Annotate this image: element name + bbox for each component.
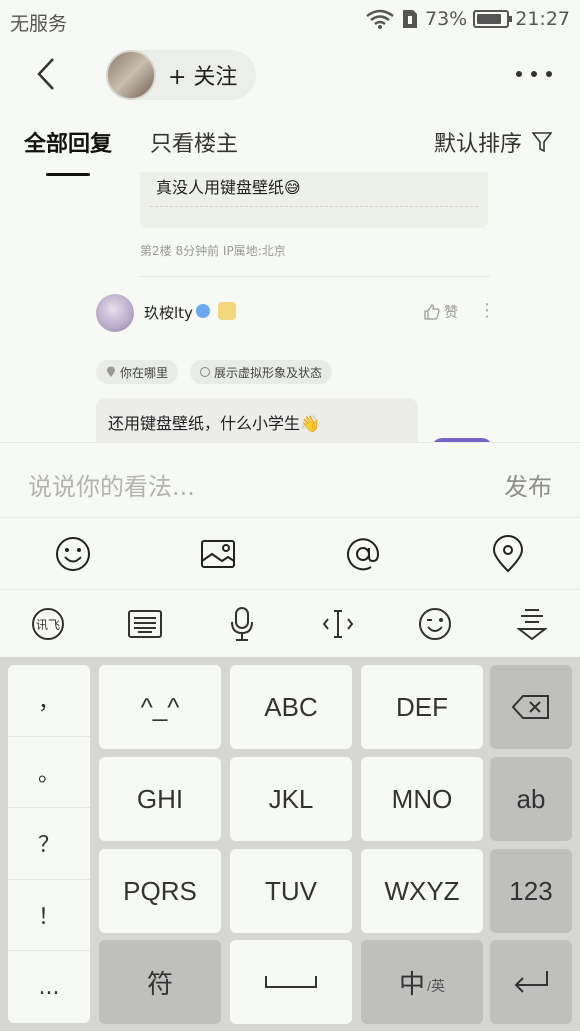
punct-period-key[interactable]: 。 <box>8 737 90 809</box>
like-label: 赞 <box>444 305 458 321</box>
hide-keyboard-icon <box>516 608 547 640</box>
draft-reply-bubble: 还用键盘壁纸，什么小学生👋 <box>96 398 418 442</box>
punct-comma-key[interactable]: ， <box>8 665 90 737</box>
cursor-move-button[interactable] <box>318 604 358 644</box>
ime-emoji-button[interactable] <box>415 604 455 644</box>
punct-question-key[interactable]: ？ <box>8 808 90 880</box>
back-button[interactable] <box>28 54 64 94</box>
reply-header: 玖桉lty 赞 ⋮ <box>96 294 496 334</box>
punctuation-column: ， 。 ？ ！ ... <box>8 665 90 1023</box>
draft-reply-text: 还用键盘壁纸，什么小学生👋 <box>108 414 320 433</box>
chevron-left-icon <box>37 58 54 90</box>
thumbs-up-icon <box>424 304 440 320</box>
backspace-icon <box>511 695 549 719</box>
key-number-switch[interactable]: 123 <box>490 849 572 933</box>
follow-button[interactable]: + 关注 <box>106 50 256 100</box>
key-wxyz[interactable]: WXYZ <box>361 849 483 933</box>
top-nav: + 关注 <box>0 40 580 110</box>
keyboard-icon <box>127 609 162 638</box>
clock-time: 21:27 <box>515 8 570 30</box>
comment-input[interactable]: 说说你的看法... <box>28 467 195 502</box>
key-pqrs[interactable]: PQRS <box>99 849 221 933</box>
language-switch-key[interactable]: 中/英 <box>361 940 483 1024</box>
follow-label: + 关注 <box>168 65 238 90</box>
at-icon <box>346 537 379 570</box>
composer-toolbar <box>0 517 580 589</box>
enter-key[interactable] <box>490 940 572 1024</box>
author-avatar <box>106 50 156 100</box>
emoji-button[interactable] <box>53 534 93 574</box>
keyboard-switch-button[interactable] <box>125 604 165 644</box>
thread-content: 真没人用键盘壁纸😅 第2楼 8分钟前 IP属地:北京 玖桉lty 赞 ⋮ 你在哪… <box>0 172 580 442</box>
location-chip-label: 你在哪里 <box>120 365 169 380</box>
floor-meta: 第2楼 8分钟前 IP属地:北京 <box>140 244 286 258</box>
key-mno[interactable]: MNO <box>361 757 483 841</box>
key-ghi[interactable]: GHI <box>99 757 221 841</box>
key-tuv[interactable]: TUV <box>230 849 352 933</box>
punct-exclaim-key[interactable]: ！ <box>8 880 90 952</box>
like-button[interactable]: 赞 <box>424 302 458 322</box>
microphone-icon <box>230 606 253 641</box>
key-emoticon[interactable]: ^_^ <box>99 665 221 749</box>
key-jkl[interactable]: JKL <box>230 757 352 841</box>
quoted-text: 真没人用键盘壁纸😅 <box>156 178 301 197</box>
key-abc[interactable]: ABC <box>230 665 352 749</box>
ime-logo-button[interactable]: 讯飞 <box>28 604 68 644</box>
key-symbol[interactable]: 符 <box>99 940 221 1024</box>
key-def[interactable]: DEF <box>361 665 483 749</box>
space-key[interactable] <box>230 940 352 1024</box>
carrier-text: 无服务 <box>10 13 68 35</box>
location-pin-icon <box>107 366 115 377</box>
ime-toolbar: 讯飞 <box>0 589 580 657</box>
crown-badge-icon <box>218 302 236 320</box>
virtual-avatar-chip[interactable]: 展示虚拟形象及状态 <box>190 360 333 384</box>
reply-avatar[interactable] <box>96 294 134 332</box>
reply-username[interactable]: 玖桉lty <box>144 302 193 323</box>
text-cursor-icon <box>323 609 354 638</box>
radio-circle-icon <box>200 367 210 377</box>
keyboard-wallpaper-decoration <box>150 206 478 224</box>
location-chip[interactable]: 你在哪里 <box>96 360 179 384</box>
quoted-post: 真没人用键盘壁纸😅 <box>140 172 488 228</box>
diamond-badge-icon <box>196 304 210 318</box>
sort-label: 默认排序 <box>433 132 522 157</box>
space-bar-icon <box>265 976 317 988</box>
svg-text:讯飞: 讯飞 <box>36 618 60 632</box>
virtual-avatar-chip-label: 展示虚拟形象及状态 <box>214 365 323 380</box>
tab-all-replies[interactable]: 全部回复 <box>24 126 112 176</box>
hide-keyboard-button[interactable] <box>512 604 552 644</box>
voice-input-button[interactable] <box>222 604 262 644</box>
divider <box>140 276 490 277</box>
wifi-icon <box>366 9 394 29</box>
t9-keyboard: ， 。 ？ ！ ... ^_^ ABC DEF GHI JKL MNO ab P… <box>0 657 580 1031</box>
battery-percent: 73% <box>425 8 468 30</box>
status-bar: 无服务 73% 21:27 <box>0 0 580 40</box>
more-options-button[interactable] <box>516 62 552 86</box>
language-main-label: 中 <box>399 968 426 999</box>
image-icon <box>200 539 235 568</box>
ime-logo-icon: 讯飞 <box>32 607 65 640</box>
key-lowercase-switch[interactable]: ab <box>490 757 572 841</box>
filter-icon <box>532 132 552 153</box>
battery-icon <box>473 10 513 28</box>
punct-ellipsis-key[interactable]: ... <box>8 951 90 1023</box>
comment-composer: 说说你的看法... 发布 <box>0 442 580 522</box>
mention-button[interactable] <box>343 534 383 574</box>
smiley-icon <box>55 536 90 571</box>
backspace-key[interactable] <box>490 665 572 749</box>
publish-button[interactable]: 发布 <box>504 467 552 502</box>
enter-icon <box>514 971 548 993</box>
image-button[interactable] <box>198 534 238 574</box>
location-icon <box>492 534 523 572</box>
reply-more-icon[interactable]: ⋮ <box>478 300 496 321</box>
language-sub-label: /英 <box>427 978 445 994</box>
tab-owner-only[interactable]: 只看楼主 <box>150 126 238 158</box>
sort-button[interactable]: 默认排序 <box>434 126 552 158</box>
location-button[interactable] <box>488 534 528 574</box>
reply-tabs: 全部回复 只看楼主 默认排序 <box>0 112 580 176</box>
sim-icon <box>403 10 417 28</box>
wink-face-icon <box>418 607 451 640</box>
